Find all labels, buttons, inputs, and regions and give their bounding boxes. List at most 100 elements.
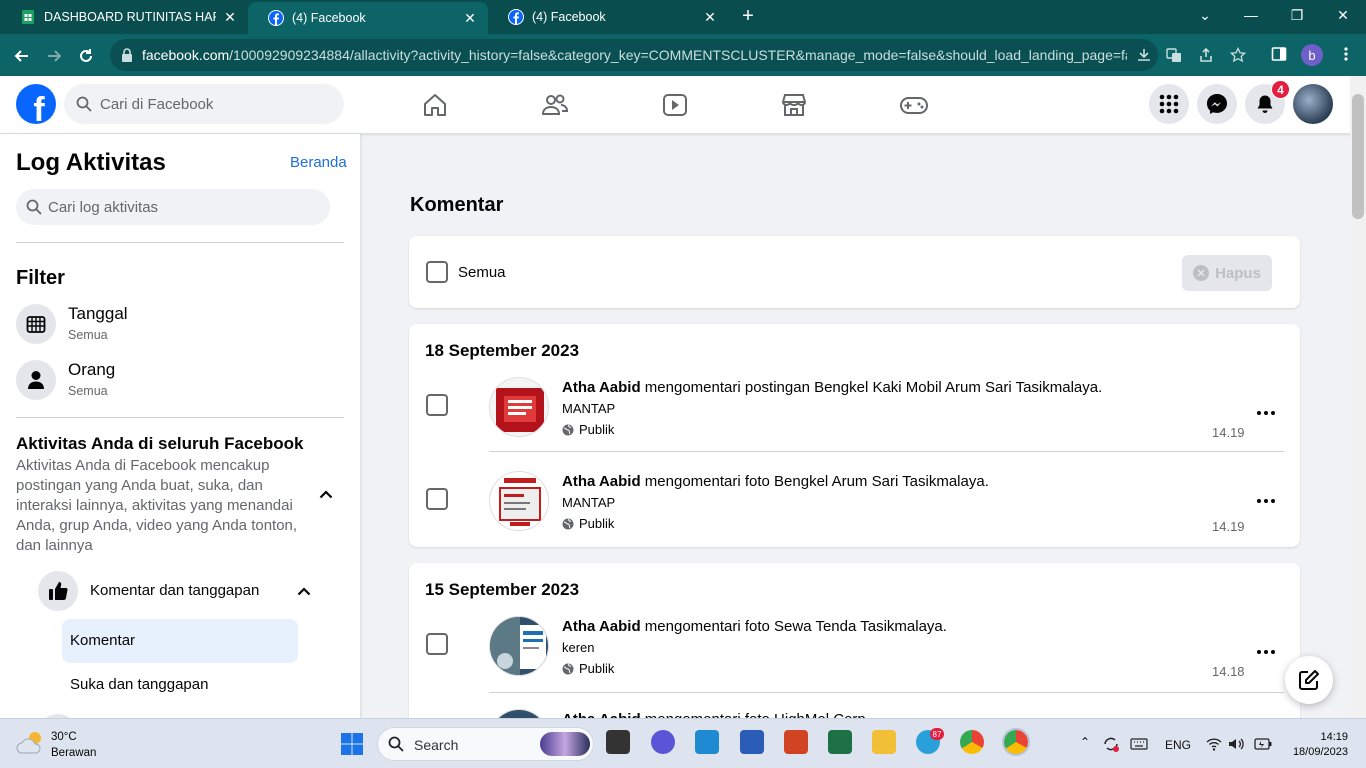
- chevron-up-icon[interactable]: [316, 484, 336, 504]
- tab-title: (4) Facebook: [292, 11, 366, 25]
- close-icon[interactable]: ✕: [702, 9, 718, 26]
- taskbar-search[interactable]: Search: [377, 727, 594, 761]
- taskbar-app-file-explorer[interactable]: [872, 730, 896, 754]
- weather-desc: Berawan: [51, 747, 97, 759]
- divider: [489, 692, 1284, 693]
- filter-label: Tanggal: [68, 304, 128, 323]
- chevron-up-icon[interactable]: [294, 581, 314, 601]
- windows-start-icon[interactable]: [340, 732, 364, 756]
- browser-tab-bar: DASHBOARD RUTINITAS HARIAN ✕ (4) Faceboo…: [0, 0, 1366, 34]
- taskbar-app-powerpoint[interactable]: [784, 730, 808, 754]
- activity-description: Aktivitas Anda di Facebook mencakup post…: [16, 457, 298, 554]
- more-options-icon[interactable]: [1253, 491, 1279, 511]
- browser-tab-facebook[interactable]: (4) Facebook ✕: [488, 0, 728, 34]
- category-label: Komentar dan tanggapan: [90, 582, 260, 599]
- menu-button[interactable]: [1149, 84, 1189, 124]
- entry-checkbox[interactable]: [426, 394, 448, 416]
- install-app-icon[interactable]: [1136, 47, 1152, 63]
- window-close-button[interactable]: ✕: [1320, 0, 1366, 30]
- nav-gaming[interactable]: [899, 90, 929, 120]
- nav-home[interactable]: [420, 90, 450, 120]
- filter-heading: Filter: [16, 267, 65, 289]
- omnibox[interactable]: facebook.com/100092909234884/allactivity…: [110, 39, 1246, 71]
- translate-icon[interactable]: [1166, 47, 1182, 63]
- chevron-up-icon[interactable]: ⌃: [1080, 735, 1090, 749]
- forward-button[interactable]: [40, 42, 68, 70]
- sidebar-item-likes-reactions[interactable]: Suka dan tanggapan: [62, 663, 298, 707]
- account-avatar[interactable]: [1293, 84, 1333, 124]
- filter-people[interactable]: Orang Semua: [16, 360, 344, 410]
- activity-log-sidebar: Log Aktivitas Beranda Filter Tanggal Sem…: [0, 134, 360, 718]
- chrome-menu-icon[interactable]: [1343, 46, 1349, 62]
- taskbar-app-teams[interactable]: [651, 730, 675, 754]
- address-bar-row: facebook.com/100092909234884/allactivity…: [0, 34, 1366, 76]
- divider: [16, 417, 344, 418]
- clock-time[interactable]: 14:19: [1318, 731, 1348, 743]
- back-button[interactable]: [8, 42, 36, 70]
- new-message-button[interactable]: [1285, 656, 1333, 704]
- clock-date[interactable]: 18/09/2023: [1286, 746, 1348, 758]
- post-thumbnail[interactable]: [489, 377, 549, 437]
- facebook-search[interactable]: [64, 84, 344, 124]
- entry-summary: Atha Aabid mengomentari postingan Bengke…: [562, 379, 1103, 396]
- category-comments-reactions[interactable]: Komentar dan tanggapan: [38, 571, 338, 611]
- reload-button[interactable]: [72, 42, 100, 70]
- side-panel-icon[interactable]: [1271, 46, 1287, 62]
- entry-checkbox[interactable]: [426, 633, 448, 655]
- nav-friends[interactable]: [540, 90, 570, 120]
- taskbar-app-file-explorer-dark[interactable]: [606, 730, 630, 754]
- taskbar-app-word[interactable]: [740, 730, 764, 754]
- sync-alert-icon[interactable]: [1102, 736, 1120, 752]
- page-scrollbar[interactable]: [1350, 76, 1366, 718]
- taskbar-app-chrome-profile[interactable]: [1002, 728, 1030, 756]
- more-options-icon[interactable]: [1253, 403, 1279, 423]
- friends-icon: [541, 94, 569, 115]
- taskbar-app-chrome[interactable]: [960, 730, 984, 754]
- facebook-icon: [508, 9, 524, 25]
- keyboard-icon[interactable]: [1130, 738, 1148, 750]
- more-options-icon[interactable]: [1253, 642, 1279, 662]
- activity-entry: Atha Aabid mengomentari foto Bengkel Aru…: [409, 471, 1300, 547]
- language-indicator[interactable]: ENG: [1165, 738, 1191, 752]
- volume-icon[interactable]: [1228, 737, 1244, 751]
- minimize-button[interactable]: —: [1228, 0, 1274, 30]
- close-icon[interactable]: ✕: [462, 10, 478, 27]
- activity-search-input[interactable]: [48, 189, 318, 225]
- facebook-search-input[interactable]: [100, 84, 330, 124]
- calendar-icon: [16, 304, 56, 344]
- restore-button[interactable]: ❐: [1274, 0, 1320, 30]
- privacy-label: Publik: [562, 516, 614, 531]
- nav-watch[interactable]: [660, 90, 690, 120]
- messenger-button[interactable]: [1197, 84, 1237, 124]
- search-icon: [76, 96, 92, 112]
- post-thumbnail[interactable]: [489, 471, 549, 531]
- share-icon[interactable]: [1198, 47, 1214, 63]
- chrome-profile-avatar[interactable]: b: [1301, 44, 1323, 66]
- browser-tab-sheets[interactable]: DASHBOARD RUTINITAS HARIAN ✕: [0, 0, 248, 34]
- delete-button[interactable]: ✕ Hapus: [1182, 255, 1272, 291]
- scrollbar-thumb[interactable]: [1352, 94, 1364, 219]
- facebook-logo[interactable]: f: [16, 84, 56, 124]
- thumbs-up-icon: [38, 571, 78, 611]
- sidebar-item-comments[interactable]: Komentar: [62, 619, 298, 663]
- home-link[interactable]: Beranda: [290, 154, 347, 171]
- browser-tab-facebook-active[interactable]: (4) Facebook ✕: [248, 2, 488, 34]
- tab-search-chevron-icon[interactable]: ⌄: [1182, 0, 1228, 30]
- close-circle-icon: ✕: [1193, 265, 1210, 281]
- nav-marketplace[interactable]: [779, 90, 809, 120]
- weather-cloud-sun-icon[interactable]: [16, 729, 46, 755]
- group-date: 18 September 2023: [425, 341, 580, 360]
- star-icon[interactable]: [1230, 47, 1246, 63]
- activity-search[interactable]: [16, 189, 330, 225]
- new-tab-button[interactable]: +: [737, 6, 759, 28]
- battery-icon[interactable]: [1254, 738, 1272, 750]
- taskbar-app-excel[interactable]: [828, 730, 852, 754]
- filter-date[interactable]: Tanggal Semua: [16, 304, 344, 354]
- taskbar-app-vscode[interactable]: [695, 730, 719, 754]
- wifi-icon[interactable]: [1206, 737, 1222, 751]
- entry-checkbox[interactable]: [426, 488, 448, 510]
- close-icon[interactable]: ✕: [222, 9, 238, 26]
- post-thumbnail[interactable]: [489, 616, 549, 676]
- select-all-checkbox[interactable]: [426, 261, 448, 283]
- notification-badge: 4: [1271, 80, 1290, 99]
